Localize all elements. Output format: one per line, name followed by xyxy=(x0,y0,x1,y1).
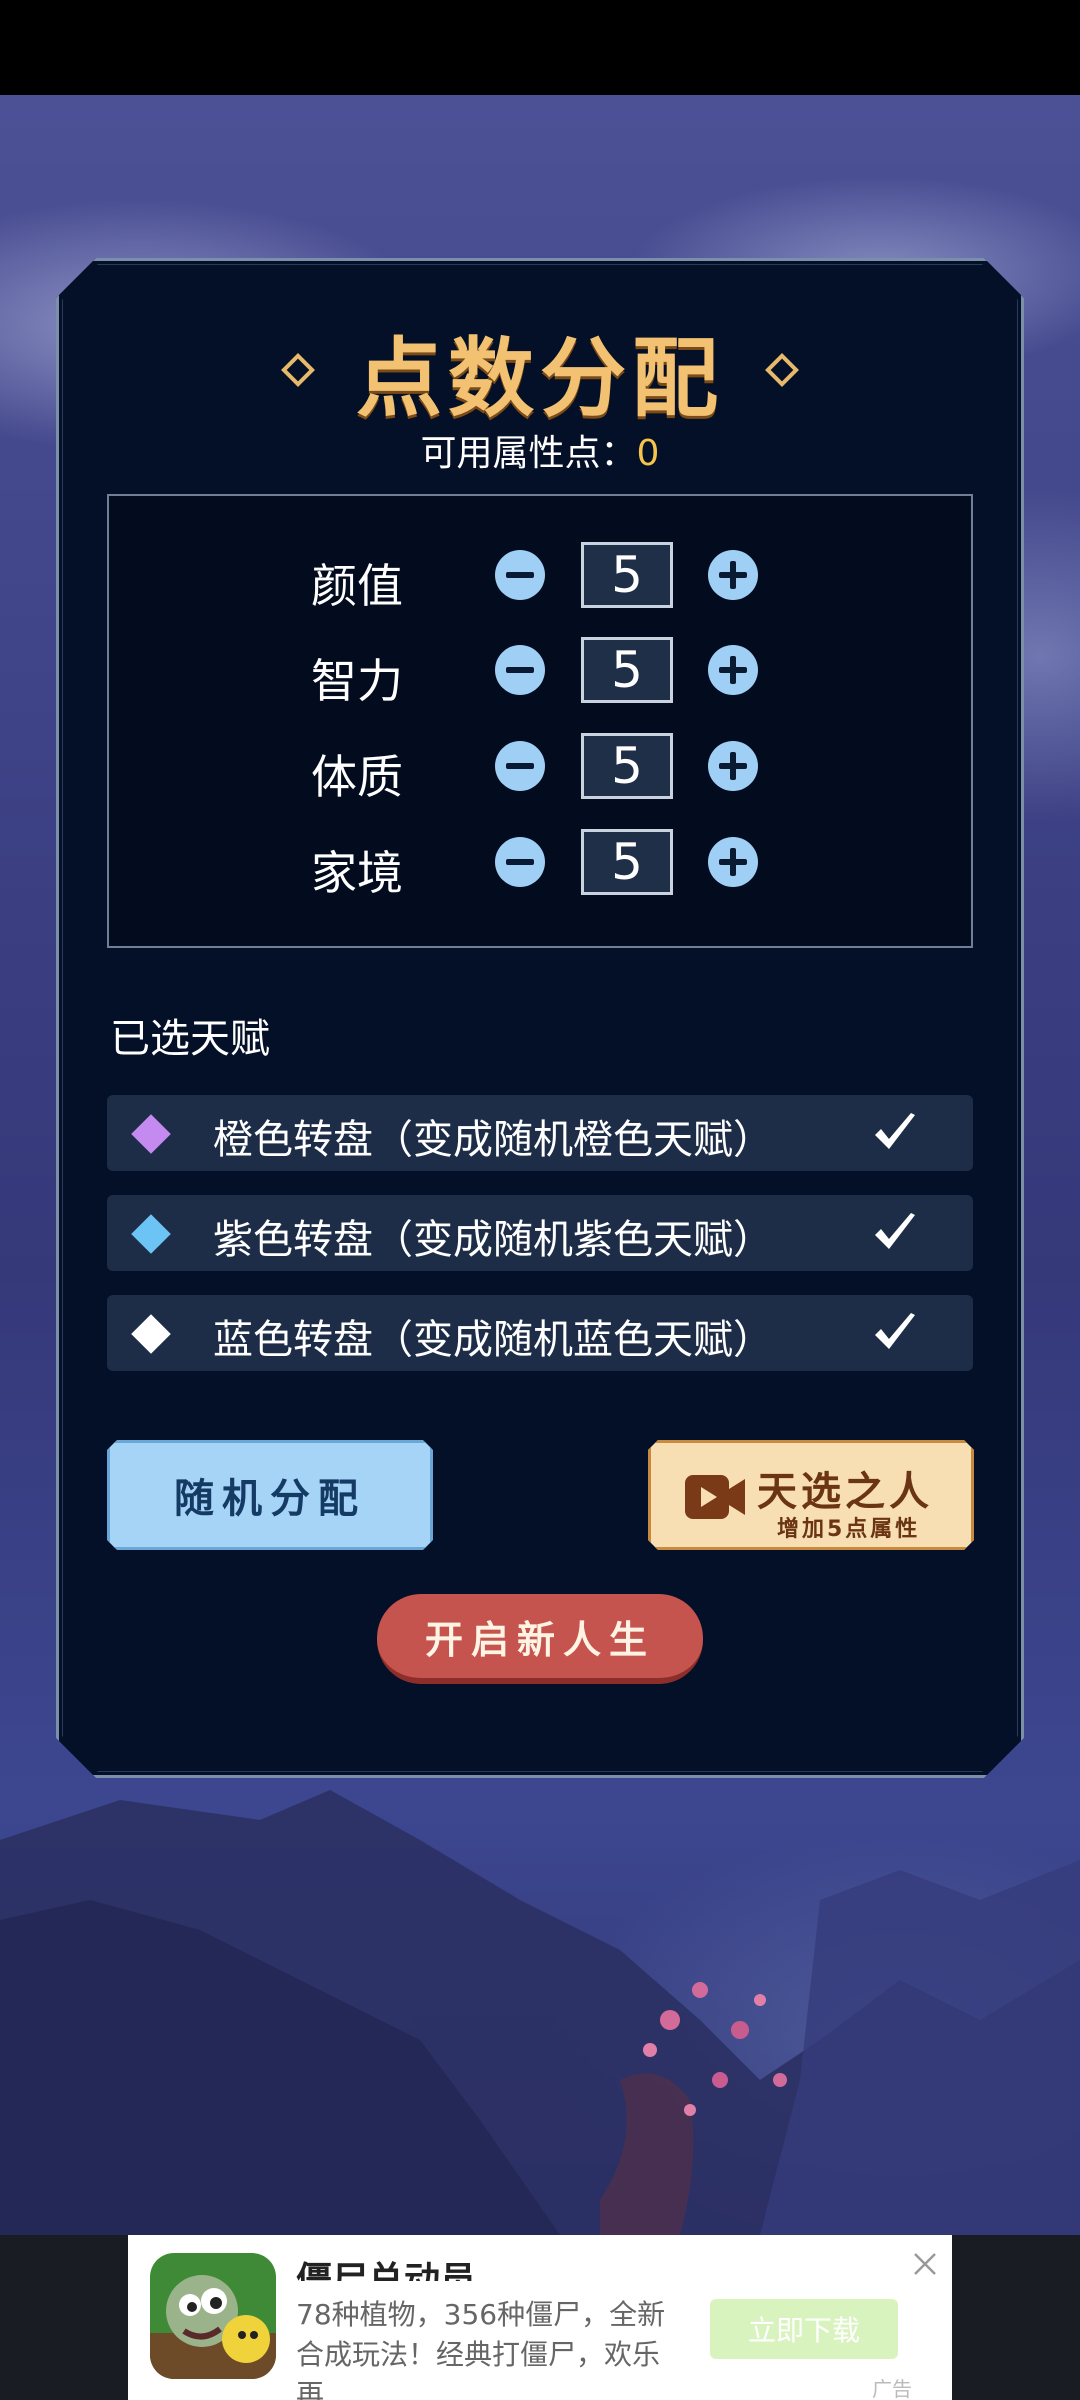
minus-icon xyxy=(506,763,534,769)
close-icon[interactable] xyxy=(910,2249,940,2279)
selected-talents-heading: 已选天赋 xyxy=(110,1016,270,1062)
diamond-ornament-icon xyxy=(765,353,799,387)
attribute-value: 5 xyxy=(581,829,673,895)
attribute-value: 5 xyxy=(581,733,673,799)
available-points-value: 0 xyxy=(636,433,660,474)
plus-icon xyxy=(730,561,736,589)
attribute-value: 5 xyxy=(581,542,673,608)
attribute-value: 5 xyxy=(581,637,673,703)
checkmark-icon xyxy=(875,1213,915,1249)
ad-label: 广告 xyxy=(872,2377,912,2400)
decrease-intelligence-button[interactable] xyxy=(495,645,545,695)
increase-family-button[interactable] xyxy=(708,837,758,887)
page-title: 点数分配 xyxy=(356,327,724,429)
decrease-appearance-button[interactable] xyxy=(495,550,545,600)
attribute-row-constitution: 体质 5 xyxy=(109,733,975,804)
attribute-label: 体质 xyxy=(311,750,403,804)
available-points: 可用属性点：0 xyxy=(0,424,1080,476)
attribute-row-intelligence: 智力 5 xyxy=(109,637,975,708)
gem-icon xyxy=(131,1314,171,1354)
diamond-ornament-icon xyxy=(281,353,315,387)
increase-constitution-button[interactable] xyxy=(708,741,758,791)
start-new-life-button[interactable]: 开启新人生 xyxy=(377,1594,703,1684)
checkmark-icon xyxy=(875,1113,915,1149)
ad-title: 僵尸总动员 xyxy=(296,2260,477,2281)
video-icon xyxy=(685,1475,745,1519)
decrease-constitution-button[interactable] xyxy=(495,741,545,791)
decrease-family-button[interactable] xyxy=(495,837,545,887)
minus-icon xyxy=(506,572,534,578)
game-app-icon xyxy=(150,2253,276,2379)
plus-icon xyxy=(730,848,736,876)
talent-item[interactable]: 橙色转盘（变成随机橙色天赋） xyxy=(107,1095,973,1171)
available-points-label: 可用属性点： xyxy=(420,433,637,474)
plus-icon xyxy=(730,656,736,684)
chosen-one-subtitle: 增加5点属性 xyxy=(777,1517,921,1542)
checkmark-icon xyxy=(875,1313,915,1349)
gem-icon xyxy=(131,1214,171,1254)
talent-item[interactable]: 紫色转盘（变成随机紫色天赋） xyxy=(107,1195,973,1271)
random-allocate-button[interactable]: 随机分配 xyxy=(107,1440,433,1550)
ad-description: 78种植物，356种僵尸，全新合成玩法！经典打僵尸，欢乐再... xyxy=(296,2298,666,2400)
attribute-box: 颜值 5 智力 5 体质 5 家境 5 xyxy=(107,494,973,948)
minus-icon xyxy=(506,859,534,865)
chosen-one-title: 天选之人 xyxy=(757,1468,933,1515)
talent-item[interactable]: 蓝色转盘（变成随机蓝色天赋） xyxy=(107,1295,973,1371)
mountain-scenery xyxy=(0,1790,1080,2235)
talent-label: 蓝色转盘（变成随机蓝色天赋） xyxy=(213,1317,773,1363)
chosen-one-button[interactable]: 天选之人 增加5点属性 xyxy=(648,1440,974,1550)
attribute-label: 家境 xyxy=(311,846,403,900)
attribute-row-family: 家境 5 xyxy=(109,829,975,900)
download-button[interactable]: 立即下载 xyxy=(710,2299,898,2359)
status-bar xyxy=(0,0,1080,95)
attribute-label: 智力 xyxy=(311,654,403,708)
ad-banner[interactable]: 僵尸总动员 78种植物，356种僵尸，全新合成玩法！经典打僵尸，欢乐再... 立… xyxy=(128,2235,952,2400)
title-row: 点数分配 xyxy=(0,320,1080,429)
gem-icon xyxy=(131,1114,171,1154)
talent-label: 橙色转盘（变成随机橙色天赋） xyxy=(213,1117,773,1163)
increase-appearance-button[interactable] xyxy=(708,550,758,600)
attribute-label: 颜值 xyxy=(311,559,403,613)
attribute-row-appearance: 颜值 5 xyxy=(109,542,975,613)
talent-label: 紫色转盘（变成随机紫色天赋） xyxy=(213,1217,773,1263)
plus-icon xyxy=(730,752,736,780)
minus-icon xyxy=(506,667,534,673)
increase-intelligence-button[interactable] xyxy=(708,645,758,695)
